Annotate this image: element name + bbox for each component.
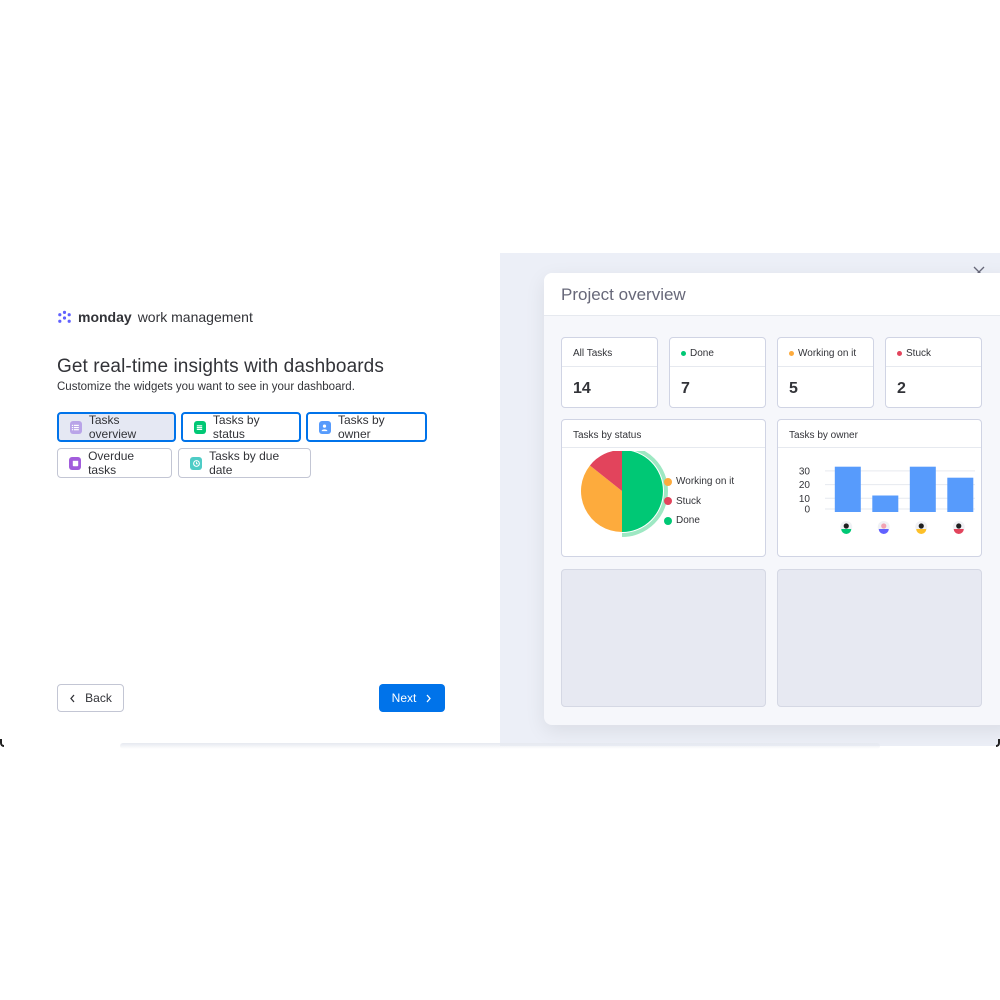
person-icon <box>319 420 331 434</box>
empty-widget-slot <box>561 569 766 707</box>
page-title: Get real-time insights with dashboards <box>57 356 384 377</box>
stat-value: 5 <box>789 380 798 397</box>
y-tick-label: 30 <box>799 466 811 477</box>
frame-corner <box>0 739 4 747</box>
dashboard-preview-pane: Project overview All Tasks 14 Done 7 Wor… <box>500 253 1000 746</box>
widget-tasks-by-owner: Tasks by owner 30 20 10 0 <box>777 419 982 557</box>
dashboard-preview-card: Project overview All Tasks 14 Done 7 Wor… <box>544 273 1000 725</box>
bar-owner-2 <box>872 495 899 512</box>
legend-item: Done <box>664 511 734 531</box>
stat-card-all-tasks: All Tasks 14 <box>561 337 658 408</box>
legend-dot <box>664 497 672 506</box>
back-button[interactable]: Back <box>57 684 124 712</box>
widget-title: Tasks by owner <box>789 430 858 441</box>
owner-avatar-icon <box>877 521 890 534</box>
setup-panel: monday work management Get real-time ins… <box>0 253 500 746</box>
monday-dots-icon <box>58 310 71 323</box>
clock-icon <box>190 456 203 470</box>
legend-dot <box>664 516 672 525</box>
legend-label: Done <box>676 515 700 527</box>
status-legend: Working on it Stuck Done <box>664 472 734 531</box>
owner-avatar-icon <box>915 521 928 534</box>
widget-chip-overdue-tasks[interactable]: Overdue tasks <box>57 448 172 478</box>
next-button-label: Next <box>391 691 417 705</box>
stat-value: 7 <box>681 380 690 397</box>
bar-owner-1 <box>834 466 861 512</box>
y-tick-label: 20 <box>799 480 811 491</box>
status-dot <box>897 351 902 356</box>
stat-label-text: Done <box>690 348 714 359</box>
status-dot <box>681 351 686 356</box>
next-button[interactable]: Next <box>379 684 445 712</box>
dashboard-title: Project overview <box>561 285 686 304</box>
status-pie-chart <box>580 451 668 537</box>
chevron-left-icon <box>70 694 75 702</box>
stat-value: 14 <box>573 380 591 397</box>
widget-chip-label: Overdue tasks <box>88 449 135 477</box>
back-button-label: Back <box>85 691 112 705</box>
legend-item: Working on it <box>664 472 734 492</box>
stat-label: Stuck <box>897 348 931 359</box>
owner-avatar-icon <box>952 521 965 534</box>
stat-card-stuck: Stuck 2 <box>885 337 982 408</box>
widget-chip-tasks-by-owner[interactable]: Tasks by owner <box>306 412 427 442</box>
owner-bar-chart: 30 20 100 <box>799 466 975 534</box>
monday-logo: monday work management <box>57 309 253 325</box>
owner-avatar-icon <box>840 521 853 534</box>
onboarding-modal: monday work management Get real-time ins… <box>0 253 1000 749</box>
modal-shadow <box>120 743 880 749</box>
bar-owner-4 <box>947 477 974 512</box>
widget-tasks-by-status: Tasks by status Working on it Stuck Done <box>561 419 766 557</box>
status-icon <box>194 420 206 434</box>
legend-item: Stuck <box>664 492 734 512</box>
stat-label: Done <box>681 348 714 359</box>
bar-owner-3 <box>909 466 936 512</box>
widget-chip-label: Tasks by status <box>212 413 260 441</box>
stat-label-text: Working on it <box>798 348 857 359</box>
stat-label-text: All Tasks <box>573 348 613 359</box>
brand-name: monday <box>78 309 132 325</box>
y-tick-label: 10 <box>799 494 811 505</box>
widget-chip-label: Tasks overview <box>88 413 137 441</box>
stat-label: All Tasks <box>573 348 612 359</box>
empty-widget-slot <box>777 569 982 707</box>
page-subtitle: Customize the widgets you want to see in… <box>57 381 355 393</box>
widget-chip-tasks-overview[interactable]: Tasks overview <box>57 412 176 442</box>
legend-label: Stuck <box>676 495 702 507</box>
stat-label-text: Stuck <box>906 348 932 359</box>
widget-chip-label: Tasks by owner <box>337 413 385 441</box>
calendar-icon <box>69 456 82 470</box>
widget-title: Tasks by status <box>573 430 642 441</box>
product-name: work management <box>137 309 253 325</box>
stat-card-working-on-it: Working on it 5 <box>777 337 874 408</box>
status-dot <box>789 351 794 356</box>
list-icon <box>70 420 82 434</box>
y-tick-label: 0 <box>804 505 810 516</box>
dashboard-header: Project overview <box>544 273 1000 316</box>
widget-chip-tasks-by-status[interactable]: Tasks by status <box>181 412 301 442</box>
legend-label: Working on it <box>676 476 735 488</box>
widget-chip-tasks-by-due-date[interactable]: Tasks by due date <box>178 448 311 478</box>
widget-chip-label: Tasks by due date <box>209 449 280 477</box>
chevron-right-icon <box>426 694 432 702</box>
stat-value: 2 <box>897 380 906 397</box>
legend-dot <box>664 477 672 486</box>
stat-card-done: Done 7 <box>669 337 766 408</box>
stat-label: Working on it <box>789 348 856 359</box>
